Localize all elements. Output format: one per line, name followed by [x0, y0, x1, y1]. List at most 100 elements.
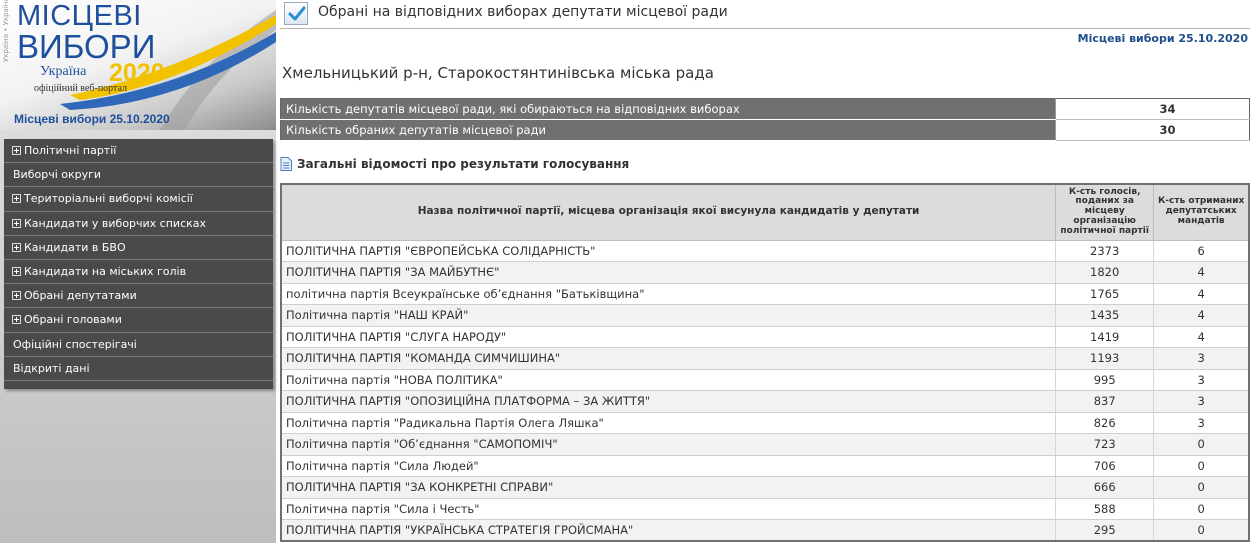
votes-cell: 706 — [1055, 455, 1154, 477]
votes-cell: 588 — [1055, 498, 1154, 520]
summary-value: 34 — [1055, 98, 1250, 120]
seats-cell: 4 — [1153, 283, 1249, 305]
site-banner[interactable]: Україна • Україна • Україна МІСЦЕВІ ВИБО… — [0, 0, 276, 130]
seats-cell: 4 — [1153, 326, 1249, 348]
menu-item-label: Офіційні спостерігачі — [13, 337, 137, 351]
votes-cell: 1193 — [1055, 347, 1154, 370]
page-title: Обрані на відповідних виборах депутати м… — [318, 4, 728, 20]
menu-item-label: Обрані головами — [24, 313, 122, 327]
section-header: Загальні відомості про результати голосу… — [280, 155, 629, 173]
main-menu: Політичні партії Виборчі округи Територі… — [4, 139, 273, 389]
table-row: ПОЛІТИЧНА ПАРТІЯ "ЗА КОНКРЕТНІ СПРАВИ" 6… — [281, 476, 1249, 499]
party-name-cell: Політична партія "НАШ КРАЙ" — [281, 304, 1056, 327]
table-row: Політична партія "Сила і Честь" 588 0 — [281, 498, 1249, 520]
menu-item-district-candidates[interactable]: Кандидати в БВО — [4, 236, 273, 260]
menu-item-electoral-districts[interactable]: Виборчі округи — [4, 163, 273, 188]
votes-cell: 1435 — [1055, 304, 1154, 327]
menu-item-label: Обрані депутатами — [24, 289, 137, 303]
party-name-cell: Політична партія "НОВА ПОЛІТИКА" — [281, 369, 1056, 391]
menu-item-label: Політичні партії — [24, 144, 117, 158]
summary-value: 30 — [1055, 119, 1250, 141]
menu-item-elected-deputies[interactable]: Обрані депутатами — [4, 284, 273, 309]
expand-plus-icon[interactable] — [12, 315, 21, 325]
menu-item-elected-heads[interactable]: Обрані головами — [4, 308, 273, 333]
table-row: ПОЛІТИЧНА ПАРТІЯ "ОПОЗИЦІЙНА ПЛАТФОРМА –… — [281, 390, 1249, 413]
menu-item-label: Кандидати у виборчих списках — [24, 216, 207, 230]
table-row: політична партія Всеукраїнське об’єднанн… — [281, 283, 1249, 305]
menu-item-label: Територіальні виборчі комісії — [24, 192, 193, 206]
seats-cell: 3 — [1153, 412, 1249, 434]
votes-cell: 837 — [1055, 390, 1154, 413]
expand-plus-icon[interactable] — [12, 194, 21, 204]
table-row: Політична партія "НОВА ПОЛІТИКА" 995 3 — [281, 369, 1249, 391]
column-header-votes: К-сть голосів, поданих за місцеву органі… — [1055, 183, 1155, 241]
seats-cell: 0 — [1153, 455, 1249, 477]
column-header-party: Назва політичної партії, місцева організ… — [280, 183, 1057, 241]
section-title: Загальні відомості про результати голосу… — [297, 157, 630, 171]
table-row: Політична партія "НАШ КРАЙ" 1435 4 — [281, 304, 1249, 327]
menu-item-official-observers[interactable]: Офіційні спостерігачі — [4, 333, 273, 357]
party-name-cell: політична партія Всеукраїнське об’єднанн… — [281, 283, 1056, 305]
table-header-row: Назва політичної партії, місцева організ… — [280, 183, 1250, 241]
menu-item-list-candidates[interactable]: Кандидати у виборчих списках — [4, 212, 273, 236]
votes-cell: 1419 — [1055, 326, 1154, 348]
table-row: ПОЛІТИЧНА ПАРТІЯ "КОМАНДА СИМЧИШИНА" 119… — [281, 347, 1249, 370]
votes-cell: 666 — [1055, 476, 1154, 499]
checkmark-icon — [284, 2, 308, 25]
party-name-cell: Політична партія "Сила і Честь" — [281, 498, 1056, 520]
votes-cell: 1765 — [1055, 283, 1154, 305]
party-name-cell: ПОЛІТИЧНА ПАРТІЯ "УКРАЇНСЬКА СТРАТЕГІЯ Г… — [281, 519, 1056, 542]
summary-row: Кількість депутатів місцевої ради, які о… — [280, 98, 1250, 120]
party-name-cell: Політична партія "Об’єднання "САМОПОМІЧ" — [281, 433, 1056, 456]
votes-cell: 295 — [1055, 519, 1154, 542]
table-row: ПОЛІТИЧНА ПАРТІЯ "ЗА МАЙБУТНЄ" 1820 4 — [281, 261, 1249, 284]
votes-cell: 2373 — [1055, 240, 1154, 262]
expand-plus-icon[interactable] — [12, 146, 21, 156]
banner-portal-subtitle: офіційний веб-портал — [34, 83, 128, 94]
table-row: Політична партія "Радикальна Партія Олег… — [281, 412, 1249, 434]
summary-label: Кількість обраних депутатів місцевої рад… — [280, 119, 1056, 141]
menu-item-mayor-candidates[interactable]: Кандидати на міських голів — [4, 260, 273, 285]
voting-results-table: Назва політичної партії, місцева організ… — [280, 183, 1250, 542]
seats-cell: 4 — [1153, 261, 1249, 284]
seats-cell: 3 — [1153, 369, 1249, 391]
seats-cell: 0 — [1153, 476, 1249, 499]
table-row: ПОЛІТИЧНА ПАРТІЯ "ЄВРОПЕЙСЬКА СОЛІДАРНІС… — [281, 240, 1249, 262]
expand-plus-icon[interactable] — [12, 218, 21, 228]
party-name-cell: ПОЛІТИЧНА ПАРТІЯ "ЗА КОНКРЕТНІ СПРАВИ" — [281, 476, 1056, 499]
election-date-link[interactable]: Місцеві вибори 25.10.2020 — [1078, 32, 1248, 45]
menu-item-open-data[interactable]: Відкриті дані — [4, 357, 273, 381]
region-title: Хмельницький р-н, Старокостянтинівська м… — [282, 64, 714, 82]
votes-cell: 826 — [1055, 412, 1154, 434]
menu-item-territorial-commissions[interactable]: Територіальні виборчі комісії — [4, 187, 273, 212]
deputies-summary-table: Кількість депутатів місцевої ради, які о… — [280, 98, 1250, 141]
expand-plus-icon[interactable] — [12, 242, 21, 252]
column-header-seats: К-сть отриманих депутатських мандатів — [1153, 183, 1250, 241]
banner-country: Україна — [40, 64, 87, 79]
menu-item-label: Кандидати на міських голів — [24, 265, 187, 279]
menu-item-political-parties[interactable]: Політичні партії — [4, 139, 273, 164]
summary-row: Кількість обраних депутатів місцевої рад… — [280, 119, 1250, 141]
banner-vertical-text: Україна • Україна • Україна — [2, 0, 10, 62]
expand-plus-icon[interactable] — [12, 267, 21, 277]
seats-cell: 3 — [1153, 347, 1249, 370]
party-name-cell: Політична партія "Радикальна Партія Олег… — [281, 412, 1056, 434]
table-row: Політична партія "Об’єднання "САМОПОМІЧ"… — [281, 433, 1249, 456]
table-row: ПОЛІТИЧНА ПАРТІЯ "СЛУГА НАРОДУ" 1419 4 — [281, 326, 1249, 348]
main-content: Обрані на відповідних виборах депутати м… — [280, 0, 1250, 543]
party-name-cell: ПОЛІТИЧНА ПАРТІЯ "ЗА МАЙБУТНЄ" — [281, 261, 1056, 284]
table-row: Політична партія "Сила Людей" 706 0 — [281, 455, 1249, 477]
seats-cell: 0 — [1153, 433, 1249, 456]
seats-cell: 4 — [1153, 304, 1249, 327]
menu-item-label: Відкриті дані — [13, 361, 90, 375]
expand-plus-icon[interactable] — [12, 291, 21, 301]
party-name-cell: ПОЛІТИЧНА ПАРТІЯ "КОМАНДА СИМЧИШИНА" — [281, 347, 1056, 370]
seats-cell: 0 — [1153, 519, 1249, 542]
menu-item-label: Виборчі округи — [13, 168, 102, 182]
page-header-bar: Обрані на відповідних виборах депутати м… — [280, 0, 1250, 29]
party-name-cell: ПОЛІТИЧНА ПАРТІЯ "СЛУГА НАРОДУ" — [281, 326, 1056, 348]
votes-cell: 723 — [1055, 433, 1154, 456]
summary-label: Кількість депутатів місцевої ради, які о… — [280, 98, 1056, 120]
party-name-cell: ПОЛІТИЧНА ПАРТІЯ "ОПОЗИЦІЙНА ПЛАТФОРМА –… — [281, 390, 1056, 413]
banner-election-date: Місцеві вибори 25.10.2020 — [14, 112, 170, 126]
